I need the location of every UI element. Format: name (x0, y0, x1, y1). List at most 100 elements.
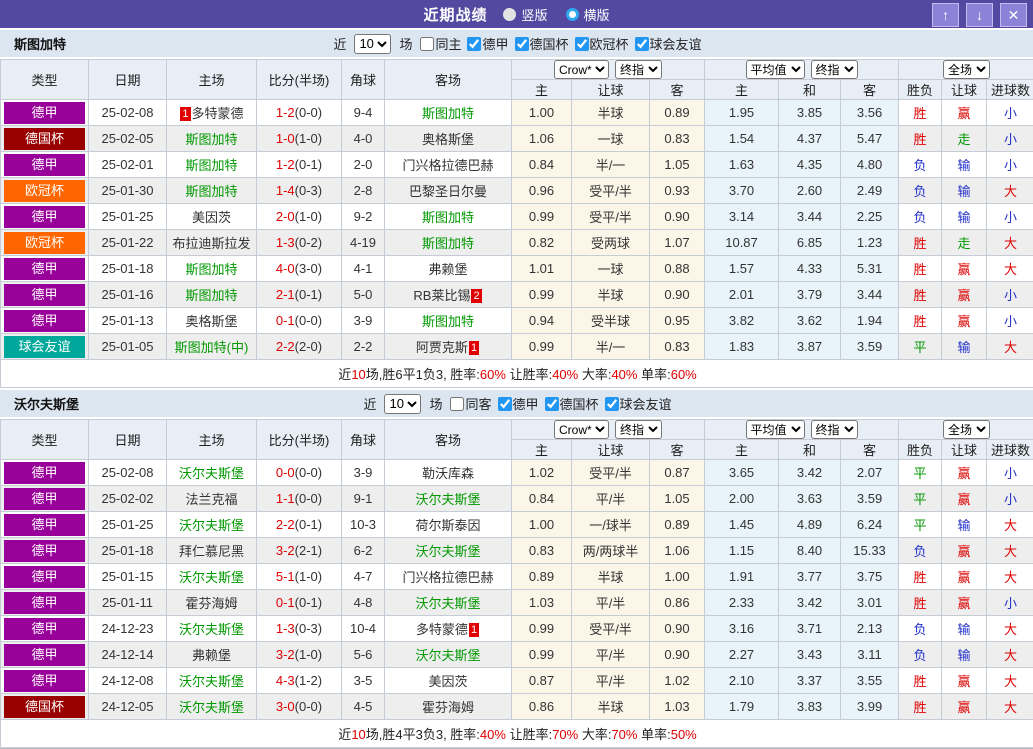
league-filter[interactable]: 德甲 (464, 34, 508, 53)
team-section: 斯图加特 近 10 场 同主 德甲 德国杯 欧冠杯 球会友谊 类型日期 (0, 30, 1033, 388)
avg-away: 1.94 (841, 308, 899, 334)
average-stage-select[interactable]: 终指 (811, 60, 858, 79)
odds-away: 1.03 (650, 694, 705, 720)
league-badge-cell: 德甲 (1, 152, 89, 178)
scroll-up-button[interactable]: ↑ (932, 3, 959, 27)
league-filter-checkbox[interactable] (515, 37, 529, 51)
league-badge: 德国杯 (4, 128, 85, 150)
corner-score: 2-0 (342, 152, 385, 178)
league-filter[interactable]: 球会友谊 (602, 394, 672, 413)
odds-away: 0.93 (650, 178, 705, 204)
team-name-text: 沃尔夫斯堡 (415, 544, 480, 559)
bookmaker-stage-select[interactable]: 终指 (615, 420, 662, 439)
handicap-line: 半/一 (572, 334, 650, 360)
league-filter-checkbox[interactable] (605, 397, 619, 411)
radio-horizontal-layout[interactable]: 横版 (566, 5, 610, 24)
sub-column-header: 客 (841, 80, 899, 100)
team-name-text: 斯图加特(中) (175, 340, 249, 355)
bookmaker-select[interactable]: Crow* (554, 420, 609, 439)
header-row-groups: 类型日期主场比分(半场)角球客场 Crow*终指 平均值终指 全场 (1, 420, 1033, 440)
result-handicap: 输 (942, 334, 987, 360)
odds-away: 1.05 (650, 152, 705, 178)
avg-away: 2.07 (841, 460, 899, 486)
league-filter-checkbox[interactable] (498, 397, 512, 411)
odds-away: 0.90 (650, 616, 705, 642)
team-section-header: 沃尔夫斯堡 近 10 场 同客 德甲 德国杯 球会友谊 (0, 390, 1033, 419)
league-badge: 欧冠杯 (4, 232, 85, 254)
sub-column-header: 胜负 (899, 80, 942, 100)
sub-column-header: 主 (705, 440, 779, 460)
close-button[interactable]: ✕ (1000, 3, 1027, 27)
avg-draw: 3.62 (779, 308, 841, 334)
radio-vertical-layout[interactable]: 竖版 (503, 5, 547, 24)
corner-score: 4-0 (342, 126, 385, 152)
result-goals: 小 (987, 460, 1033, 486)
away-team: 门兴格拉德巴赫 (385, 152, 512, 178)
result-goals: 小 (987, 126, 1033, 152)
avg-home: 1.91 (705, 564, 779, 590)
scope-select[interactable]: 全场 (943, 60, 990, 79)
avg-home: 3.82 (705, 308, 779, 334)
result-handicap: 赢 (942, 538, 987, 564)
avg-home: 3.16 (705, 616, 779, 642)
league-filter-checkbox[interactable] (635, 37, 649, 51)
corner-score: 3-9 (342, 460, 385, 486)
league-filter-checkbox[interactable] (467, 37, 481, 51)
score: 4-3(1-2) (257, 668, 342, 694)
result-handicap: 输 (942, 152, 987, 178)
same-venue-filter[interactable]: 同客 (447, 394, 491, 413)
handicap-line: 受两球 (572, 230, 650, 256)
team-name-text: 弗赖堡 (192, 648, 231, 663)
team-name-text: 弗赖堡 (428, 262, 467, 277)
same-venue-checkbox[interactable] (450, 397, 464, 411)
scope-group-header: 全场 (899, 60, 1033, 80)
column-header: 日期 (89, 420, 167, 460)
result-goals: 小 (987, 308, 1033, 334)
team-name-text: 多特蒙德 (416, 622, 468, 637)
same-venue-checkbox[interactable] (420, 37, 434, 51)
home-team: 沃尔夫斯堡 (167, 512, 257, 538)
league-badge-cell: 德甲 (1, 282, 89, 308)
radio-selected-icon (566, 8, 579, 21)
match-count-select[interactable]: 10 (384, 394, 421, 414)
match-row: 德甲 25-02-01 斯图加特 1-2(0-1) 2-0 门兴格拉德巴赫 0.… (1, 152, 1033, 178)
scroll-down-button[interactable]: ↓ (966, 3, 993, 27)
sub-column-header: 让球 (572, 440, 650, 460)
match-count-select[interactable]: 10 (354, 34, 391, 54)
handicap-line: 半球 (572, 100, 650, 126)
result-handicap: 走 (942, 230, 987, 256)
avg-home: 1.79 (705, 694, 779, 720)
league-badge: 德甲 (4, 206, 85, 228)
league-filter-checkbox[interactable] (545, 397, 559, 411)
bookmaker-group-header: Crow* 终指 (512, 60, 705, 80)
league-badge: 德甲 (4, 540, 85, 562)
league-badge-cell: 德甲 (1, 538, 89, 564)
odds-home: 0.82 (512, 230, 572, 256)
team-name-text: 奥格斯堡 (185, 314, 237, 329)
corner-score: 4-5 (342, 694, 385, 720)
same-venue-filter[interactable]: 同主 (417, 34, 461, 53)
league-filter[interactable]: 球会友谊 (632, 34, 702, 53)
scope-select[interactable]: 全场 (943, 420, 990, 439)
average-select[interactable]: 平均值 (746, 420, 805, 439)
odds-home: 0.99 (512, 642, 572, 668)
bookmaker-stage-select[interactable]: 终指 (615, 60, 662, 79)
avg-away: 3.44 (841, 282, 899, 308)
league-filter[interactable]: 德甲 (495, 394, 539, 413)
average-select[interactable]: 平均值 (746, 60, 805, 79)
handicap-line: 受平/半 (572, 204, 650, 230)
league-badge-cell: 德甲 (1, 512, 89, 538)
league-filter[interactable]: 德国杯 (542, 394, 599, 413)
league-filter[interactable]: 欧冠杯 (572, 34, 629, 53)
league-filter[interactable]: 德国杯 (512, 34, 569, 53)
result-handicap: 赢 (942, 668, 987, 694)
team-sections: 斯图加特 近 10 场 同主 德甲 德国杯 欧冠杯 球会友谊 类型日期 (0, 30, 1033, 748)
score: 2-2(2-0) (257, 334, 342, 360)
bookmaker-select[interactable]: Crow* (554, 60, 609, 79)
league-filter-checkbox[interactable] (575, 37, 589, 51)
average-stage-select[interactable]: 终指 (811, 420, 858, 439)
score: 1-2(0-0) (257, 100, 342, 126)
avg-away: 2.49 (841, 178, 899, 204)
home-team: 1多特蒙德 (167, 100, 257, 126)
match-row: 德甲 25-01-11 霍芬海姆 0-1(0-1) 4-8 沃尔夫斯堡 1.03… (1, 590, 1033, 616)
